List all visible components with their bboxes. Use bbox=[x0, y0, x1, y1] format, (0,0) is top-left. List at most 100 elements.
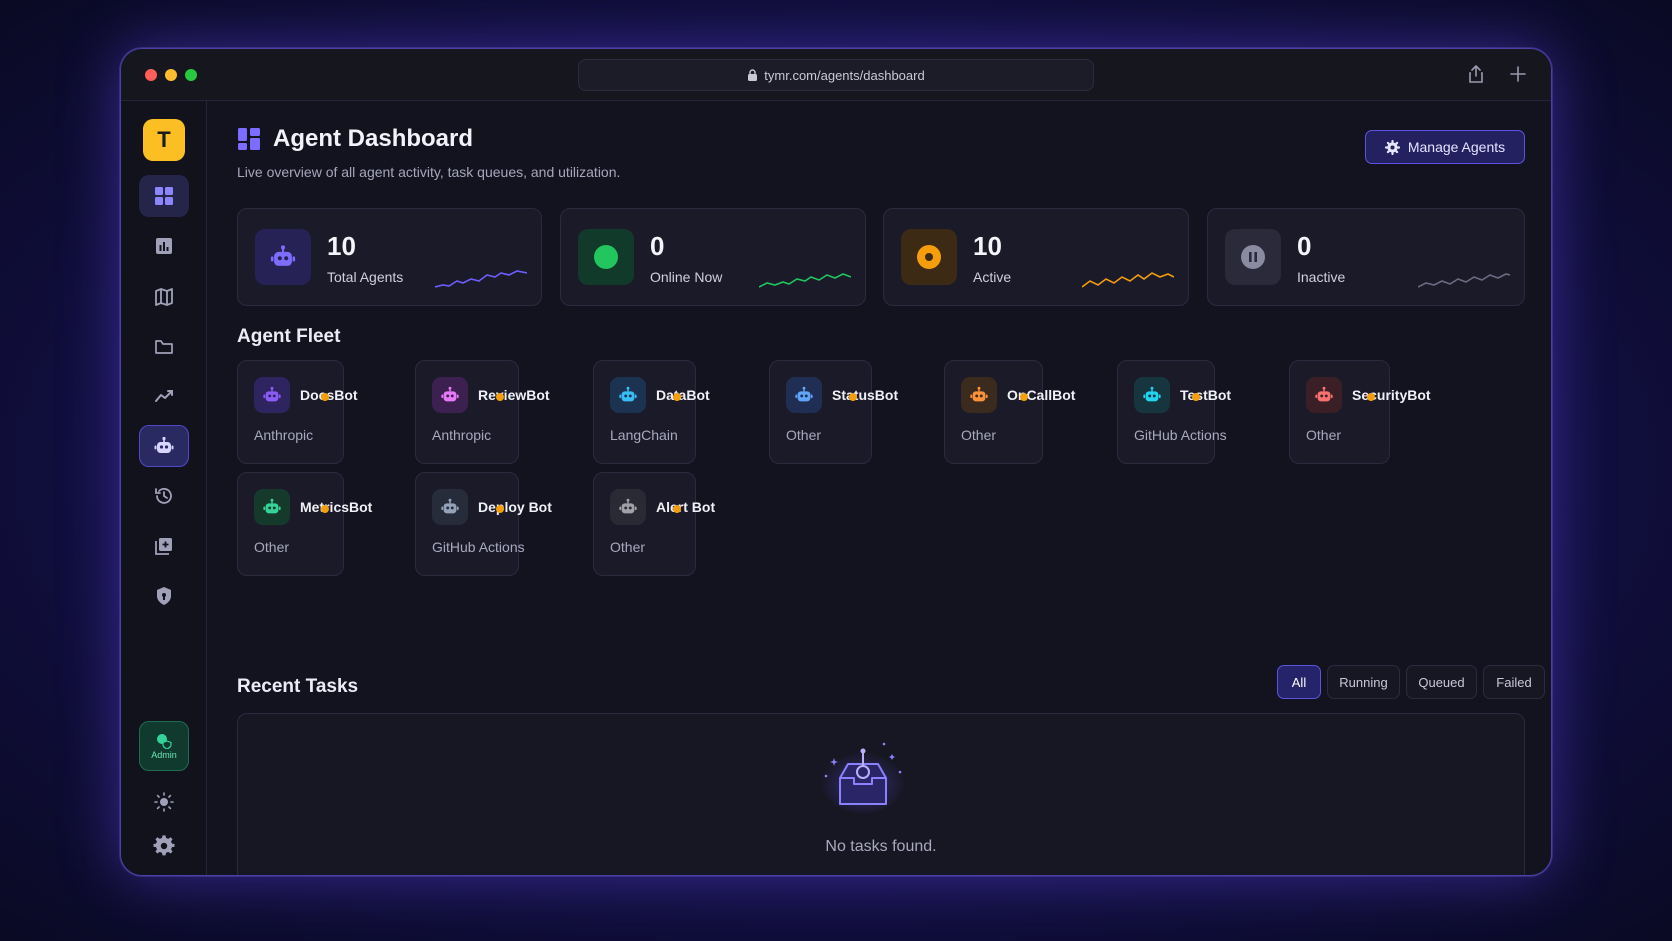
agent-provider: Other bbox=[610, 539, 646, 555]
agent-provider: Other bbox=[786, 427, 822, 443]
manage-agents-label: Manage Agents bbox=[1407, 139, 1506, 155]
agent-provider: Other bbox=[961, 427, 997, 443]
bar-chart-icon bbox=[156, 238, 172, 254]
sidebar-item-files[interactable] bbox=[139, 326, 189, 368]
manage-agents-button[interactable]: Manage Agents bbox=[1365, 130, 1525, 164]
agent-card[interactable]: MetricsBot Other bbox=[237, 472, 372, 576]
sidebar: T Admin bbox=[121, 101, 207, 875]
dashboard-icon bbox=[238, 128, 260, 150]
sidebar-item-reports[interactable] bbox=[139, 225, 189, 267]
sidebar-item-settings[interactable] bbox=[139, 825, 189, 867]
agent-card[interactable]: Alert Bot Other bbox=[593, 472, 715, 576]
stat-value: 0 bbox=[1297, 231, 1312, 261]
agent-provider: Other bbox=[254, 539, 290, 555]
sun-icon bbox=[154, 792, 174, 812]
robot-icon bbox=[254, 489, 290, 525]
theme-toggle[interactable] bbox=[139, 781, 189, 823]
minimize-window-button[interactable] bbox=[165, 69, 177, 81]
agent-card[interactable]: OnCallBot Other bbox=[944, 360, 1075, 464]
robot-icon bbox=[154, 436, 174, 453]
sidebar-item-docs[interactable] bbox=[139, 276, 189, 318]
sidebar-item-dashboard[interactable] bbox=[139, 175, 189, 217]
agent-fleet-title: Agent Fleet bbox=[237, 326, 341, 347]
agent-name: TestBot bbox=[1180, 387, 1232, 403]
agent-card[interactable]: SecurityBot Other bbox=[1289, 360, 1431, 464]
agent-card[interactable]: TestBot GitHub Actions bbox=[1117, 360, 1231, 464]
main-content: Agent Dashboard Live overview of all age… bbox=[207, 101, 1551, 875]
sidebar-item-agents[interactable] bbox=[139, 425, 189, 467]
folder-icon bbox=[155, 340, 173, 354]
recent-tasks-title: Recent Tasks bbox=[237, 676, 359, 697]
robot-icon bbox=[961, 377, 997, 413]
maximize-window-button[interactable] bbox=[185, 69, 197, 81]
robot-icon bbox=[432, 489, 468, 525]
admin-label: Admin bbox=[151, 749, 177, 760]
robot-icon bbox=[610, 377, 646, 413]
status-dot bbox=[1192, 393, 1200, 401]
robot-icon bbox=[610, 489, 646, 525]
sidebar-item-library[interactable] bbox=[139, 525, 189, 567]
shield-icon bbox=[157, 587, 171, 605]
stat-label: Active bbox=[973, 269, 1012, 285]
stat-value: 10 bbox=[973, 231, 1002, 261]
title-bar: tymr.com/agents/dashboard bbox=[121, 49, 1551, 101]
online-status-icon bbox=[578, 229, 634, 285]
agent-provider: Other bbox=[1306, 427, 1342, 443]
filter-all[interactable]: All bbox=[1277, 665, 1321, 699]
sidebar-item-logout[interactable] bbox=[139, 868, 189, 875]
grid-icon bbox=[155, 187, 173, 205]
status-dot bbox=[673, 393, 681, 401]
robot-icon bbox=[786, 377, 822, 413]
sparkline bbox=[759, 273, 851, 288]
status-dot bbox=[673, 505, 681, 513]
stat-value: 0 bbox=[650, 231, 665, 261]
status-dot bbox=[496, 393, 504, 401]
agent-card[interactable]: StatusBot Other bbox=[769, 360, 898, 464]
pause-icon bbox=[1225, 229, 1281, 285]
agent-provider: LangChain bbox=[610, 427, 678, 443]
agent-card[interactable]: Deploy Bot GitHub Actions bbox=[415, 472, 552, 576]
agent-name: DataBot bbox=[656, 387, 710, 403]
page-title: Agent Dashboard bbox=[273, 125, 474, 152]
sidebar-item-security[interactable] bbox=[139, 575, 189, 617]
agent-card[interactable]: DocsBotAnthropic bbox=[237, 360, 358, 464]
robot-icon bbox=[254, 377, 290, 413]
agent-name: StatusBot bbox=[832, 387, 899, 403]
gear-icon bbox=[153, 835, 175, 856]
admin-badge[interactable]: Admin bbox=[139, 721, 189, 771]
app-logo[interactable]: T bbox=[143, 119, 185, 161]
new-tab-icon[interactable] bbox=[1507, 63, 1529, 85]
close-window-button[interactable] bbox=[145, 69, 157, 81]
sparkline bbox=[435, 270, 527, 288]
user-shield-icon bbox=[157, 733, 172, 749]
agent-name: SecurityBot bbox=[1352, 387, 1431, 403]
agent-card[interactable]: DataBot LangChain bbox=[593, 360, 710, 464]
stat-label: Inactive bbox=[1297, 269, 1346, 285]
agent-name: Deploy Bot bbox=[478, 499, 552, 515]
status-dot bbox=[1367, 393, 1375, 401]
empty-inbox-icon bbox=[821, 742, 905, 813]
filter-failed[interactable]: Failed bbox=[1483, 665, 1545, 699]
sparkline bbox=[1418, 273, 1510, 288]
url-text: tymr.com/agents/dashboard bbox=[764, 67, 925, 83]
stat-card-active: 10 Active bbox=[883, 208, 1189, 306]
address-bar[interactable]: tymr.com/agents/dashboard bbox=[578, 59, 1094, 91]
agent-card[interactable]: ReviewBot Anthropic bbox=[415, 360, 550, 464]
sidebar-item-history[interactable] bbox=[139, 475, 189, 517]
agent-name: Alert Bot bbox=[656, 499, 716, 515]
status-dot bbox=[1020, 393, 1028, 401]
stat-label: Online Now bbox=[650, 269, 723, 285]
lock-icon bbox=[748, 69, 758, 81]
agent-name: ReviewBot bbox=[478, 387, 550, 403]
sidebar-item-analytics[interactable] bbox=[139, 375, 189, 417]
tasks-panel: No tasks found. bbox=[237, 713, 1525, 875]
robot-icon bbox=[1306, 377, 1342, 413]
stat-card-total-agents: 10 Total Agents bbox=[237, 208, 542, 306]
share-icon[interactable] bbox=[1465, 63, 1487, 85]
filter-running[interactable]: Running bbox=[1327, 665, 1400, 699]
filter-queued[interactable]: Queued bbox=[1406, 665, 1477, 699]
status-dot bbox=[849, 393, 857, 401]
browser-window: tymr.com/agents/dashboard T Admin Agent … bbox=[120, 48, 1552, 876]
robot-icon bbox=[1134, 377, 1170, 413]
robot-icon bbox=[432, 377, 468, 413]
